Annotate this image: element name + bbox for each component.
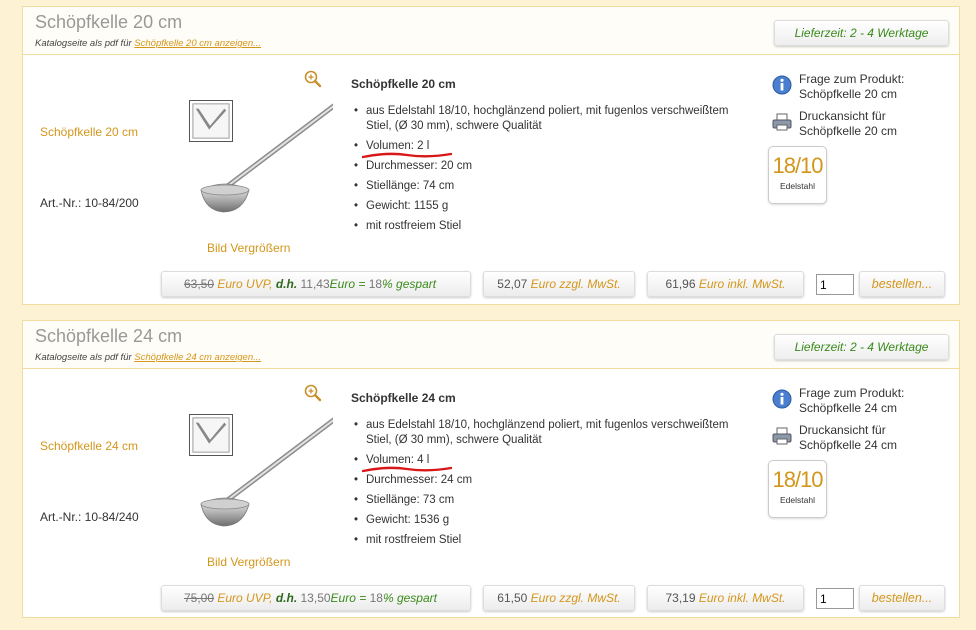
info-icon: [772, 75, 792, 95]
catalog-text: Katalogseite als pdf für: [35, 38, 135, 49]
savings-percent: 18: [369, 591, 383, 605]
product-heading: Schöpfkelle 24 cm: [351, 391, 456, 405]
catalog-line: Katalogseite als pdf für Schöpfkelle 20 …: [35, 38, 261, 49]
saved-label: % gespart: [382, 591, 437, 605]
gross-price-label: Euro inkl. MwSt.: [695, 591, 786, 605]
savings-amount: 13,50: [297, 591, 331, 605]
feature-item: Durchmesser: 24 cm: [351, 473, 731, 488]
dh-label: d.h.: [275, 277, 298, 291]
order-button[interactable]: bestellen...: [859, 585, 945, 611]
catalog-text: Katalogseite als pdf für: [35, 352, 135, 363]
uvp-price: 75,00: [184, 591, 215, 605]
delivery-time-button[interactable]: Lieferzeit: 2 - 4 Werktage: [774, 334, 949, 360]
material-badge: 18/10 Edelstahl: [768, 460, 827, 518]
net-price-label: Euro zzgl. MwSt.: [527, 277, 621, 291]
feature-item: Stiellänge: 74 cm: [351, 179, 731, 194]
quantity-input[interactable]: [816, 274, 854, 295]
feature-item-volume: Volumen: 2 l: [351, 139, 731, 159]
ladle-image: [200, 417, 333, 527]
feature-item: aus Edelstahl 18/10, hochglänzend polier…: [351, 104, 731, 134]
printer-icon: [772, 113, 792, 131]
badge-value: 18/10: [772, 153, 823, 178]
feature-item: aus Edelstahl 18/10, hochglänzend polier…: [351, 418, 731, 448]
catalog-pdf-link[interactable]: Schöpfkelle 24 cm anzeigen...: [134, 352, 261, 363]
net-price-label: Euro zzgl. MwSt.: [527, 591, 621, 605]
uvp-label: Euro UVP,: [214, 591, 276, 605]
ladle-image: [200, 103, 333, 213]
print-link-text: Druckansicht für Schöpfkelle 24 cm: [799, 423, 898, 452]
feature-item: Stiellänge: 73 cm: [351, 493, 731, 508]
product-side-name[interactable]: Schöpfkelle 24 cm: [40, 439, 138, 453]
product-description: Schöpfkelle 20 cm aus Edelstahl 18/10, h…: [351, 77, 731, 239]
article-number: Art.-Nr.: 10-84/240: [40, 510, 139, 524]
product-title: Schöpfkelle 24 cm: [35, 326, 183, 346]
enlarge-image-link[interactable]: Bild Vergrößern: [207, 555, 290, 569]
net-price-value: 52,07: [497, 277, 528, 291]
feature-item: Gewicht: 1536 g: [351, 513, 731, 528]
uvp-label: Euro UVP,: [214, 277, 276, 291]
printer-icon: [772, 427, 792, 445]
savings-amount: 11,43: [297, 277, 330, 291]
product-image[interactable]: [173, 67, 333, 217]
print-view-link[interactable]: Druckansicht für Schöpfkelle 24 cm: [771, 423, 951, 460]
gross-price: 73,19 Euro inkl. MwSt.: [647, 585, 804, 611]
product-header: Schöpfkelle 20 cm Katalogseite als pdf f…: [23, 7, 959, 55]
uvp-savings-bar: 63,50 Euro UVP, d.h. 11,43Euro = 18% ges…: [161, 271, 471, 297]
savings-percent: 18: [368, 277, 383, 291]
euro-equals: Euro =: [329, 277, 369, 291]
enlarge-image-link[interactable]: Bild Vergrößern: [207, 241, 290, 255]
product-card: Schöpfkelle 20 cm Katalogseite als pdf f…: [22, 6, 960, 305]
order-button[interactable]: bestellen...: [859, 271, 945, 297]
net-price-value: 61,50: [497, 591, 528, 605]
article-number: Art.-Nr.: 10-84/200: [40, 196, 139, 210]
gross-price-value: 73,19: [665, 591, 696, 605]
print-link-text: Druckansicht für Schöpfkelle 20 cm: [799, 109, 898, 138]
question-link-text: Frage zum Produkt: Schöpfkelle 24 cm: [799, 386, 905, 415]
quantity-input[interactable]: [816, 588, 854, 609]
product-title: Schöpfkelle 20 cm: [35, 12, 183, 32]
gross-price: 61,96 Euro inkl. MwSt.: [647, 271, 804, 297]
question-link-text: Frage zum Produkt: Schöpfkelle 20 cm: [799, 72, 905, 101]
uvp-savings-bar: 75,00 Euro UVP, d.h. 13,50Euro = 18% ges…: [161, 585, 471, 611]
product-header: Schöpfkelle 24 cm Katalogseite als pdf f…: [23, 321, 959, 369]
feature-item: Durchmesser: 20 cm: [351, 159, 731, 174]
feature-item: Gewicht: 1155 g: [351, 199, 731, 214]
product-card: Schöpfkelle 24 cm Katalogseite als pdf f…: [22, 320, 960, 618]
product-actions: Frage zum Produkt: Schöpfkelle 20 cm Dru…: [771, 72, 951, 146]
info-icon: [772, 389, 792, 409]
catalog-pdf-link[interactable]: Schöpfkelle 20 cm anzeigen...: [134, 38, 261, 49]
saved-label: % gespart: [382, 277, 437, 291]
product-description: Schöpfkelle 24 cm aus Edelstahl 18/10, h…: [351, 391, 731, 553]
product-side-name[interactable]: Schöpfkelle 20 cm: [40, 125, 138, 139]
material-badge: 18/10 Edelstahl: [768, 146, 827, 204]
euro-equals: Euro =: [330, 591, 370, 605]
feature-item-volume: Volumen: 4 l: [351, 453, 731, 473]
question-about-product-link[interactable]: Frage zum Produkt: Schöpfkelle 24 cm: [771, 386, 951, 423]
badge-label: Edelstahl: [780, 495, 815, 505]
print-view-link[interactable]: Druckansicht für Schöpfkelle 20 cm: [771, 109, 951, 146]
product-heading: Schöpfkelle 20 cm: [351, 77, 456, 91]
question-about-product-link[interactable]: Frage zum Produkt: Schöpfkelle 20 cm: [771, 72, 951, 109]
feature-item: mit rostfreiem Stiel: [351, 219, 731, 234]
product-actions: Frage zum Produkt: Schöpfkelle 24 cm Dru…: [771, 386, 951, 460]
catalog-line: Katalogseite als pdf für Schöpfkelle 24 …: [35, 352, 261, 363]
feature-item: mit rostfreiem Stiel: [351, 533, 731, 548]
dh-label: d.h.: [275, 591, 298, 605]
gross-price-value: 61,96: [665, 277, 696, 291]
badge-label: Edelstahl: [780, 181, 815, 191]
uvp-price: 63,50: [184, 277, 215, 291]
gross-price-label: Euro inkl. MwSt.: [695, 277, 786, 291]
feature-list: aus Edelstahl 18/10, hochglänzend polier…: [351, 418, 731, 548]
delivery-time-button[interactable]: Lieferzeit: 2 - 4 Werktage: [774, 20, 949, 46]
net-price: 52,07 Euro zzgl. MwSt.: [483, 271, 635, 297]
feature-list: aus Edelstahl 18/10, hochglänzend polier…: [351, 104, 731, 234]
product-image[interactable]: [173, 381, 333, 531]
badge-value: 18/10: [772, 467, 823, 492]
net-price: 61,50 Euro zzgl. MwSt.: [483, 585, 635, 611]
